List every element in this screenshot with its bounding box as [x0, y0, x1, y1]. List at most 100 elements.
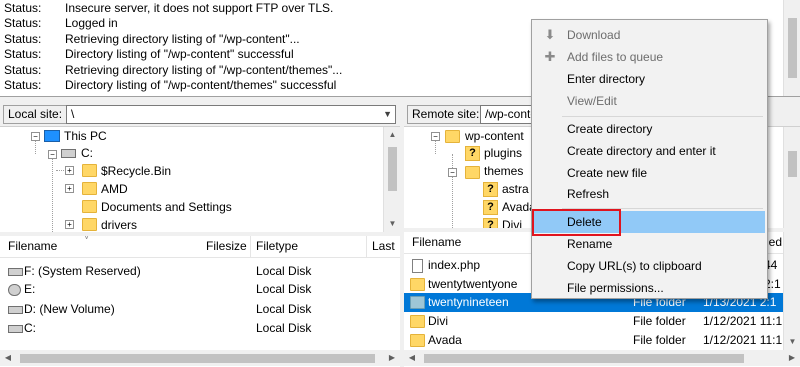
- menu-item-delete[interactable]: Delete: [532, 209, 765, 236]
- local-file-list[interactable]: Filename ˅ Filesize Filetype Last F: (Sy…: [0, 236, 400, 367]
- local-site-path: \: [71, 107, 75, 121]
- scroll-thumb[interactable]: [424, 354, 744, 363]
- column-filesize[interactable]: Filesize: [206, 239, 247, 253]
- drive-icon: [8, 325, 23, 333]
- unknown-folder-icon: ?: [483, 200, 498, 215]
- local-site-label: Local site:: [3, 105, 68, 124]
- table-row[interactable]: C: Local Disk: [0, 319, 400, 338]
- menu-item-refresh[interactable]: Refresh: [534, 183, 765, 205]
- local-list-header: Filename ˅ Filesize Filetype Last: [0, 236, 400, 258]
- log-line: Status: Directory listing of "/wp-content…: [4, 78, 337, 92]
- optical-drive-icon: [8, 284, 21, 296]
- tree-item-drivers[interactable]: drivers: [101, 216, 137, 232]
- local-list-hscrollbar[interactable]: ◀ ▶: [0, 350, 400, 366]
- download-arrow-icon: ⬇: [544, 27, 556, 42]
- scroll-right-icon[interactable]: ▶: [784, 350, 800, 366]
- sort-indicator-icon: ˅: [84, 236, 90, 242]
- menu-item-download[interactable]: ⬇ Download: [534, 24, 765, 46]
- tree-item-astra[interactable]: astra: [502, 180, 529, 198]
- scroll-right-icon[interactable]: ▶: [384, 350, 400, 366]
- tree-expander[interactable]: −: [431, 132, 440, 141]
- menu-item-enter-directory[interactable]: Enter directory: [534, 68, 765, 90]
- menu-item-create-directory[interactable]: Create directory: [534, 118, 765, 140]
- drive-icon: [61, 149, 76, 158]
- log-line: Status: Retrieving directory listing of "…: [4, 63, 343, 77]
- add-to-queue-icon: ✚: [544, 49, 556, 64]
- menu-item-create-directory-and-enter[interactable]: Create directory and enter it: [534, 140, 765, 162]
- log-line: Status: Directory listing of "/wp-content…: [4, 47, 294, 61]
- tree-expander[interactable]: +: [65, 184, 74, 193]
- folder-icon: [410, 278, 425, 291]
- column-separator[interactable]: [366, 236, 367, 258]
- local-dir-tree[interactable]: − This PC − C: + $Recycle.Bin + AMD Docu…: [0, 126, 400, 232]
- column-filetype[interactable]: Filetype: [256, 239, 298, 253]
- menu-item-add-files-to-queue[interactable]: ✚ Add files to queue: [534, 46, 765, 68]
- unknown-folder-icon: ?: [483, 182, 498, 197]
- tree-item-recycle-bin[interactable]: $Recycle.Bin: [101, 162, 171, 180]
- folder-icon: [82, 200, 97, 213]
- remote-site-label: Remote site:: [407, 105, 485, 124]
- folder-icon: [82, 218, 97, 231]
- unknown-folder-icon: ?: [465, 146, 480, 161]
- menu-item-create-new-file[interactable]: Create new file: [534, 162, 765, 184]
- folder-icon: [82, 164, 97, 177]
- tree-expander[interactable]: −: [48, 150, 57, 159]
- log-scroll-thumb[interactable]: [788, 18, 797, 78]
- tree-item-wp-content[interactable]: wp-content: [465, 127, 524, 145]
- tree-expander[interactable]: +: [65, 220, 74, 229]
- tree-expander[interactable]: +: [65, 166, 74, 175]
- tree-line: [52, 154, 53, 232]
- drive-icon: [8, 306, 23, 314]
- log-line: Status: Insecure server, it does not supp…: [4, 1, 334, 15]
- remote-tree-scrollbar[interactable]: [783, 127, 800, 228]
- column-filename[interactable]: Filename: [412, 235, 461, 249]
- tree-line: [452, 154, 453, 228]
- tree-item-plugins[interactable]: plugins: [484, 144, 522, 162]
- scroll-down-icon[interactable]: ▼: [784, 334, 800, 350]
- remote-list-scrollbar[interactable]: ▼: [783, 232, 800, 350]
- menu-item-file-permissions[interactable]: File permissions...: [534, 277, 765, 299]
- column-filename[interactable]: Filename: [8, 239, 57, 253]
- column-separator[interactable]: [250, 236, 251, 258]
- tree-item-amd[interactable]: AMD: [101, 180, 128, 198]
- folder-icon: [465, 166, 480, 179]
- tree-item-documents-and-settings[interactable]: Documents and Settings: [101, 198, 232, 216]
- tree-item-themes[interactable]: themes: [484, 162, 523, 180]
- local-site-bar: Local site: \ ▼: [0, 103, 400, 125]
- table-row[interactable]: Divi File folder 1/12/2021 11:1: [404, 312, 784, 331]
- tree-expander[interactable]: −: [31, 132, 40, 141]
- tree-line: [56, 170, 64, 171]
- table-row[interactable]: E: Local Disk: [0, 280, 400, 299]
- drive-icon: [8, 268, 23, 276]
- table-row[interactable]: Avada File folder 1/12/2021 11:1: [404, 331, 784, 350]
- local-tree-scrollbar[interactable]: ▲ ▼: [383, 127, 400, 232]
- scroll-thumb[interactable]: [388, 147, 397, 191]
- table-row[interactable]: D: (New Volume) Local Disk: [0, 300, 400, 319]
- log-line: Status: Retrieving directory listing of "…: [4, 32, 300, 46]
- tree-item-this-pc[interactable]: This PC: [64, 127, 107, 145]
- menu-item-view-edit[interactable]: View/Edit: [534, 90, 765, 112]
- chevron-down-icon[interactable]: ▼: [383, 106, 392, 123]
- scroll-up-icon[interactable]: ▲: [384, 127, 400, 143]
- folder-icon: [445, 130, 460, 143]
- table-row[interactable]: F: (System Reserved) Local Disk: [0, 262, 400, 281]
- scroll-left-icon[interactable]: ◀: [0, 350, 16, 366]
- remote-list-hscrollbar[interactable]: ◀ ▶: [404, 350, 800, 366]
- menu-separator: [562, 116, 763, 117]
- unknown-folder-icon: ?: [483, 218, 498, 228]
- scroll-thumb[interactable]: [20, 354, 375, 363]
- scroll-thumb[interactable]: [788, 151, 797, 177]
- scroll-down-icon[interactable]: ▼: [384, 216, 400, 232]
- menu-item-copy-url[interactable]: Copy URL(s) to clipboard: [534, 255, 765, 277]
- local-site-combo[interactable]: \ ▼: [66, 105, 396, 124]
- context-menu: ⬇ Download ✚ Add files to queue Enter di…: [531, 19, 768, 299]
- column-last-modified[interactable]: Last: [372, 239, 395, 253]
- folder-icon: [410, 315, 425, 328]
- tree-expander[interactable]: −: [448, 168, 457, 177]
- log-scrollbar[interactable]: [783, 0, 800, 96]
- tree-item-c[interactable]: C:: [81, 144, 93, 162]
- scroll-left-icon[interactable]: ◀: [404, 350, 420, 366]
- menu-item-rename[interactable]: Rename: [534, 233, 765, 255]
- tree-item-divi[interactable]: Divi: [502, 216, 522, 228]
- folder-icon: [82, 182, 97, 195]
